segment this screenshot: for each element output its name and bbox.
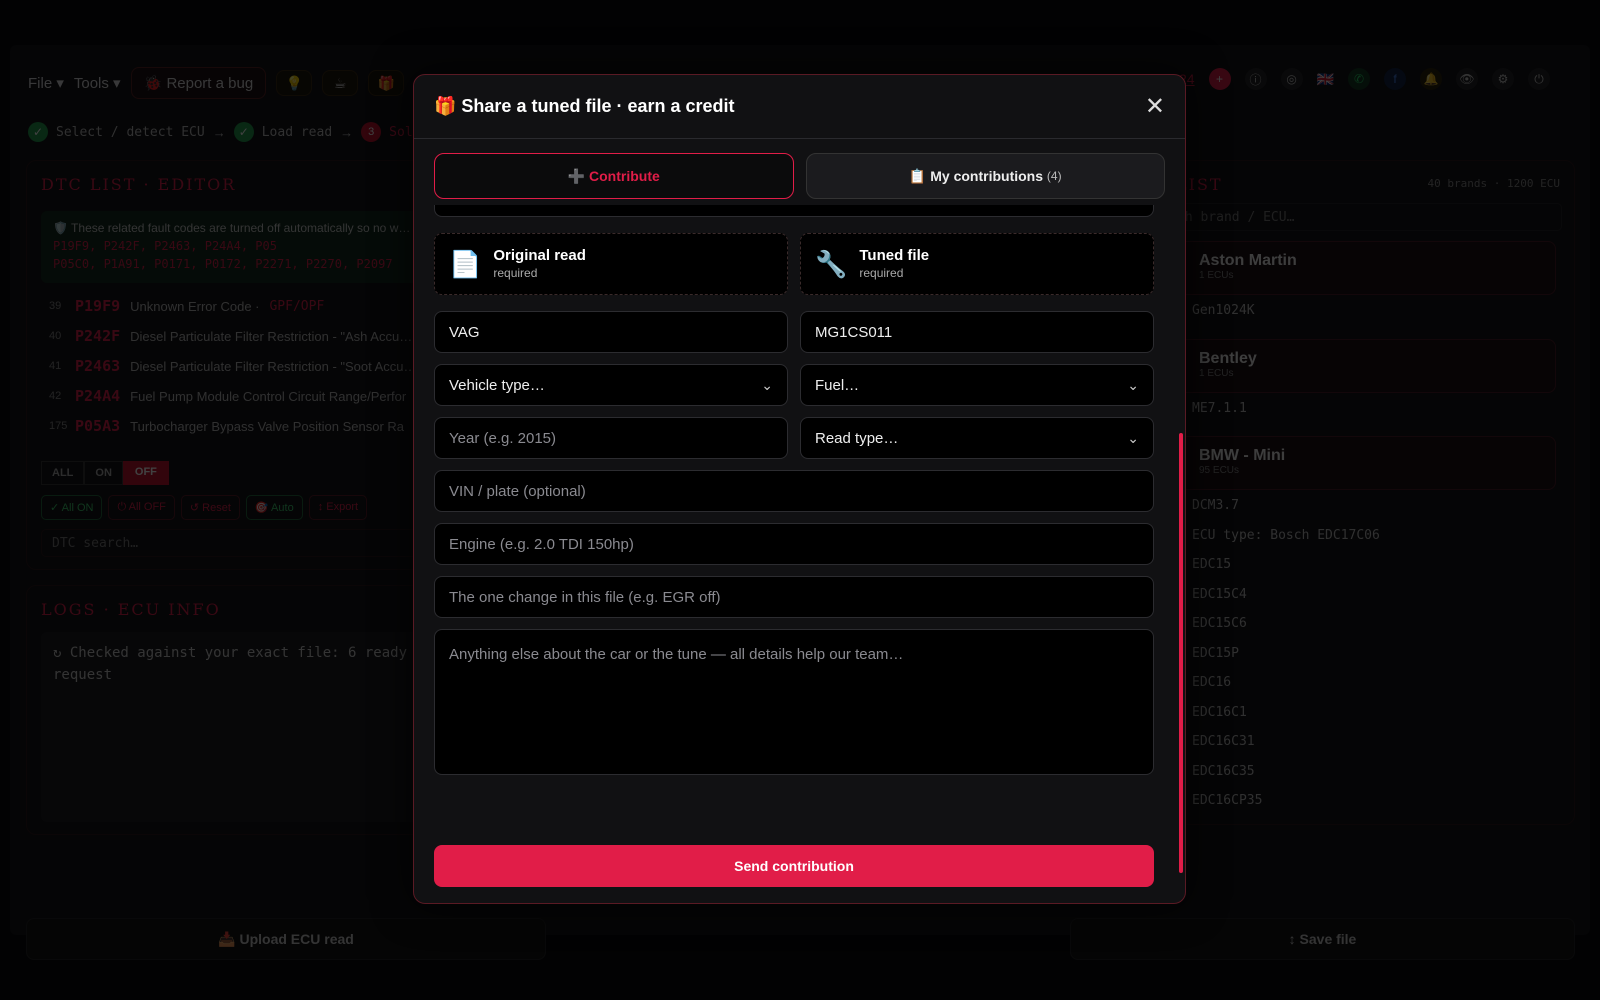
read-type-select[interactable]: Read type… ⌄ xyxy=(800,417,1154,459)
original-read-sub: required xyxy=(493,265,538,280)
brand-field[interactable]: VAG xyxy=(434,311,788,353)
vehicle-type-select[interactable]: Vehicle type… ⌄ xyxy=(434,364,788,406)
modal-form: 📄 Original read required 🔧 Tuned file requ… xyxy=(434,205,1154,805)
wrench-icon: 🔧 xyxy=(815,248,848,279)
select-value: Fuel… xyxy=(815,376,860,394)
select-value: Read type… xyxy=(815,429,899,447)
notes-textarea[interactable] xyxy=(434,629,1154,775)
select-value: Vehicle type… xyxy=(449,376,545,394)
engine-input[interactable]: Engine (e.g. 2.0 TDI 150hp) xyxy=(434,523,1154,565)
modal-title: 🎁 Share a tuned file · earn a credit xyxy=(434,96,735,116)
fuel-select[interactable]: Fuel… ⌄ xyxy=(800,364,1154,406)
tuned-file-title: Tuned file xyxy=(859,246,930,264)
chevron-down-icon: ⌄ xyxy=(1127,429,1139,446)
close-icon[interactable]: ✕ xyxy=(1145,92,1165,121)
scrolled-field[interactable] xyxy=(434,205,1154,217)
year-input[interactable]: Year (e.g. 2015) xyxy=(434,417,788,459)
original-read-title: Original read xyxy=(493,246,586,264)
send-contribution-button[interactable]: Send contribution xyxy=(434,845,1154,887)
ecu-field[interactable]: MG1CS011 xyxy=(800,311,1154,353)
tab-contribute[interactable]: ➕ Contribute xyxy=(434,153,794,199)
contribution-count: (4) xyxy=(1046,169,1062,183)
tuned-file-dropzone[interactable]: 🔧 Tuned file required xyxy=(800,233,1154,295)
change-input[interactable]: The one change in this file (e.g. EGR of… xyxy=(434,576,1154,618)
original-read-dropzone[interactable]: 📄 Original read required xyxy=(434,233,788,295)
tab-label: 📋 My contributions xyxy=(908,167,1044,184)
chevron-down-icon: ⌄ xyxy=(761,376,773,393)
brand-ecu-row: VAG MG1CS011 xyxy=(434,311,1154,353)
vehicle-fuel-row: Vehicle type… ⌄ Fuel… ⌄ xyxy=(434,364,1154,406)
vin-input[interactable]: VIN / plate (optional) xyxy=(434,470,1154,512)
share-file-modal: 🎁 Share a tuned file · earn a credit ✕ ➕… xyxy=(413,74,1186,904)
document-icon: 📄 xyxy=(449,248,482,279)
year-read-row: Year (e.g. 2015) Read type… ⌄ xyxy=(434,417,1154,459)
modal-header: 🎁 Share a tuned file · earn a credit ✕ xyxy=(414,75,1185,139)
tab-my-contributions[interactable]: 📋 My contributions (4) xyxy=(805,153,1165,199)
file-upload-row: 📄 Original read required 🔧 Tuned file requ… xyxy=(434,233,1154,295)
chevron-down-icon: ⌄ xyxy=(1127,376,1139,393)
modal-scrollbar[interactable] xyxy=(1179,433,1183,873)
tuned-file-sub: required xyxy=(859,265,904,280)
modal-tabs: ➕ Contribute 📋 My contributions (4) xyxy=(414,139,1185,199)
